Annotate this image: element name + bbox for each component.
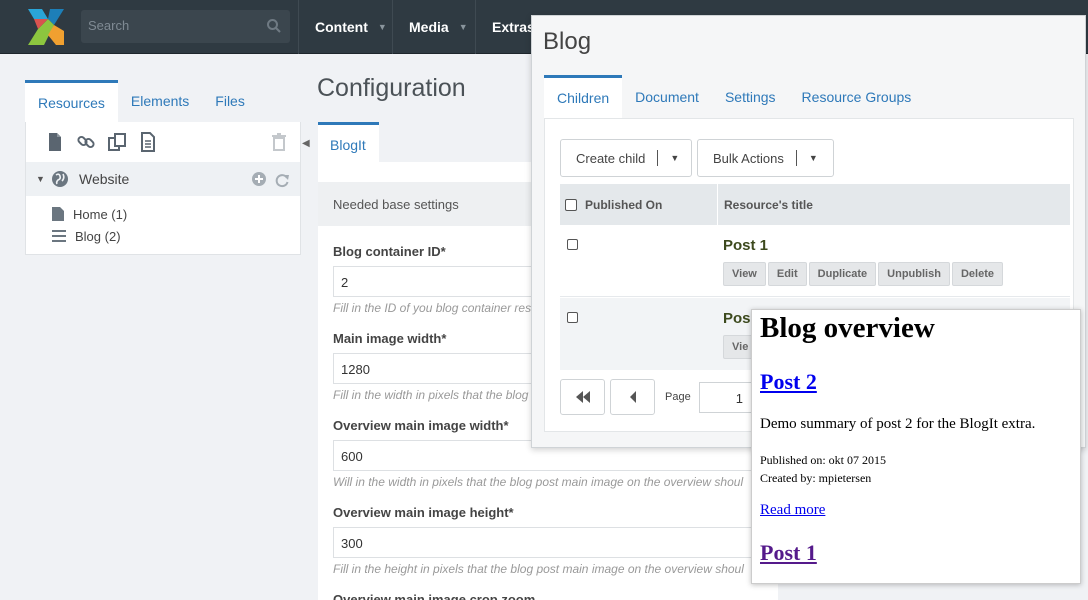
add-circle-icon[interactable] <box>252 172 266 186</box>
overview-height-help: Fill in the height in pixels that the bl… <box>333 562 744 576</box>
field-label-main-image-width: Main image width* <box>333 331 447 346</box>
overview-width-help: Will in the width in pixels that the blo… <box>333 475 744 489</box>
chevron-left-icon <box>629 391 636 403</box>
chevron-down-icon[interactable]: ▼ <box>809 153 818 163</box>
tab-blogit[interactable]: BlogIt <box>318 122 379 162</box>
create-child-label: Create child <box>576 150 646 166</box>
search-box[interactable]: Search <box>81 10 290 43</box>
page-title: Configuration <box>317 74 466 102</box>
modx-logo-icon[interactable] <box>26 7 66 47</box>
chevron-down-icon[interactable]: ▼ <box>670 153 679 163</box>
chevron-down-icon: ▼ <box>377 22 387 32</box>
search-placeholder: Search <box>88 18 130 33</box>
row-title: Pos <box>723 310 751 327</box>
post-published-date: Published on: okt 07 2015 <box>760 453 887 467</box>
post-2-link[interactable]: Post 2 <box>760 369 817 395</box>
blog-overview-preview: Blog overview Post 2 Demo summary of pos… <box>751 309 1081 584</box>
globe-icon <box>52 171 68 187</box>
new-document-icon[interactable] <box>45 132 65 152</box>
nav-content-label: Content <box>315 19 368 35</box>
collapse-panel-icon[interactable]: ◀ <box>302 138 310 149</box>
row-checkbox[interactable] <box>567 312 578 323</box>
nav-extras-label: Extras <box>492 19 535 35</box>
unpublish-button[interactable]: Unpublish <box>878 262 950 286</box>
row-actions: View Edit Duplicate Unpublish Delete <box>723 262 1003 286</box>
view-button[interactable]: View <box>723 262 766 286</box>
nav-media[interactable]: Media ▼ <box>392 0 475 54</box>
bulk-actions-button[interactable]: Bulk Actions ▼ <box>697 139 834 177</box>
tree-item-home-label: Home (1) <box>73 206 128 222</box>
tab-settings[interactable]: Settings <box>712 75 789 118</box>
list-icon <box>52 230 66 242</box>
field-label-container-id: Blog container ID* <box>333 244 446 259</box>
document-icon <box>52 207 64 221</box>
nav-content[interactable]: Content ▼ <box>298 0 392 54</box>
resource-panel: Resources Elements Files ▼ Website Home … <box>25 80 301 255</box>
page-label: Page <box>665 391 691 403</box>
double-chevron-left-icon <box>575 391 590 403</box>
nav-media-label: Media <box>409 19 449 35</box>
window-title: Blog <box>543 28 592 55</box>
post-1-link[interactable]: Post 1 <box>760 540 817 566</box>
field-label-overview-height: Overview main image height* <box>333 505 514 520</box>
symlink-icon[interactable] <box>107 132 127 152</box>
pagination: Page 1 <box>560 379 753 415</box>
overview-height-input[interactable]: 300 <box>333 527 778 558</box>
preview-heading: Blog overview <box>760 312 935 344</box>
weblink-icon[interactable] <box>76 132 96 152</box>
tab-children[interactable]: Children <box>544 75 623 118</box>
field-label-overview-width: Overview main image width* <box>333 418 509 433</box>
tab-document[interactable]: Document <box>622 75 712 118</box>
field-label-crop-zoom: Overview main image crop zoom <box>333 592 536 600</box>
button-divider <box>795 150 797 166</box>
read-more-link[interactable]: Read more <box>760 502 825 519</box>
delete-button[interactable]: Delete <box>951 262 1003 286</box>
duplicate-button[interactable]: Duplicate <box>808 262 877 286</box>
tree-root-website[interactable]: ▼ Website <box>26 162 300 196</box>
edit-button[interactable]: Edit <box>767 262 807 286</box>
tree-toolbar <box>26 122 300 162</box>
tree-item-blog-label: Blog (2) <box>75 228 121 244</box>
blog-window-tabs: Children Document Settings Resource Grou… <box>544 75 924 118</box>
resource-panel-tabs: Resources Elements Files <box>25 80 301 122</box>
tab-elements[interactable]: Elements <box>118 80 202 122</box>
caret-down-icon[interactable]: ▼ <box>36 174 45 184</box>
tree-root-label: Website <box>79 171 130 187</box>
button-divider <box>657 150 659 166</box>
chevron-down-icon: ▼ <box>458 22 468 32</box>
row-checkbox[interactable] <box>567 239 578 250</box>
container-id-help: Fill in the ID of you blog container res <box>333 301 532 315</box>
create-child-button[interactable]: Create child ▼ <box>560 139 692 177</box>
row-title: Post 1 <box>723 237 769 254</box>
resource-tree-panel: ▼ Website Home (1) Blog (2) <box>25 122 301 255</box>
post-2-summary: Demo summary of post 2 for the BlogIt ex… <box>760 416 1036 432</box>
first-page-button[interactable] <box>560 379 605 415</box>
top-nav: Content ▼ Media ▼ Extras <box>298 0 557 54</box>
tree-item-blog[interactable]: Blog (2) <box>52 226 121 246</box>
select-all-checkbox[interactable] <box>565 199 577 211</box>
tree-item-home[interactable]: Home (1) <box>52 204 127 224</box>
table-row[interactable]: Post 1 View Edit Duplicate Unpublish Del… <box>560 225 1070 297</box>
refresh-icon[interactable] <box>274 172 290 188</box>
trash-icon[interactable] <box>269 132 289 152</box>
search-icon[interactable] <box>266 18 282 34</box>
static-resource-icon[interactable] <box>138 132 158 152</box>
column-resource-title[interactable]: Resource's title <box>724 198 813 212</box>
main-image-width-help: Fill in the width in pixels that the blo… <box>333 388 529 402</box>
page-number-input[interactable]: 1 <box>698 381 753 413</box>
column-published-on[interactable]: Published On <box>585 198 662 212</box>
tab-resources[interactable]: Resources <box>25 80 118 122</box>
tab-files[interactable]: Files <box>202 80 258 122</box>
bulk-actions-label: Bulk Actions <box>713 150 784 166</box>
post-author: Created by: mpietersen <box>760 471 872 485</box>
previous-page-button[interactable] <box>610 379 655 415</box>
column-divider <box>717 184 718 225</box>
grid-header: Published On Resource's title <box>560 184 1070 225</box>
tab-resource-groups[interactable]: Resource Groups <box>789 75 925 118</box>
